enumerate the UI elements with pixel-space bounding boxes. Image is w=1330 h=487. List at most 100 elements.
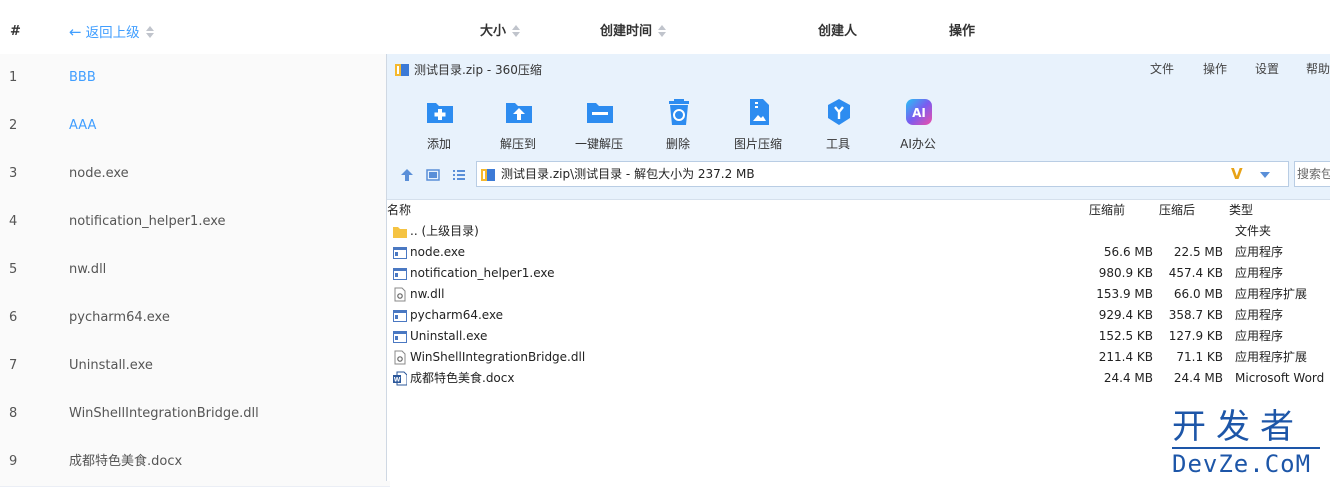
image-compress-icon [750,99,769,125]
chevron-down-icon[interactable] [1260,172,1270,178]
row-name[interactable]: BBB [69,54,96,102]
back-to-parent-link[interactable]: ← 返回上级 [69,0,154,54]
table-row[interactable]: 9 成都特色美食.docx [0,438,390,487]
col-size-after[interactable]: 压缩后 [1159,200,1195,220]
menu-help[interactable]: 帮助 [1306,54,1330,85]
folder-icon [393,227,407,238]
table-row[interactable]: 5 nw.dll [0,246,390,295]
table-row[interactable]: 6 pycharm64.exe [0,294,390,343]
table-row[interactable]: 3 node.exe [0,150,390,199]
thumbnail-view-icon[interactable] [426,168,440,182]
file-row[interactable]: pycharm64.exe 929.4 KB 358.7 KB 应用程序 [387,305,1330,326]
dll-icon [394,350,406,365]
zip-file-icon [481,169,495,181]
address-bar-row: 测试目录.zip\测试目录 - 解包大小为 237.2 MB V 搜索包 [387,151,1330,200]
file-row[interactable]: notification_helper1.exe 980.9 KB 457.4 KB… [387,263,1330,284]
table-header: # ← 返回上级 大小 创建时间 创建人 操作 [0,0,1330,55]
row-index: 3 [9,166,18,181]
toolbar: 添加 解压到 一键解压 删除 图片压缩 工具 AI AI办公 [387,87,1330,151]
row-index: 1 [9,70,18,85]
col-size-before[interactable]: 压缩前 [1089,200,1125,220]
back-label: 返回上级 [85,25,140,41]
address-input[interactable]: 测试目录.zip\测试目录 - 解包大小为 237.2 MB V [476,161,1289,187]
file-name: notification_helper1.exe [410,266,555,280]
size-after: 22.5 MB [1173,245,1223,259]
menu-file[interactable]: 文件 [1150,54,1174,85]
size-after: 127.9 KB [1168,329,1223,343]
row-name: node.exe [69,166,129,181]
add-button[interactable]: 添加 [399,93,479,151]
file-row[interactable]: W 成都特色美食.docx 24.4 MB 24.4 MB Microsoft Word [387,368,1330,389]
file-name: WinShellIntegrationBridge.dll [410,350,586,364]
search-input[interactable]: 搜索包 [1294,161,1330,187]
file-type: 应用程序扩展 [1235,350,1308,364]
table-row[interactable]: 2 AAA [0,102,390,151]
col-operations-header: 操作 [949,24,976,39]
add-folder-icon [427,103,453,123]
menu-settings[interactable]: 设置 [1255,54,1279,85]
file-name: nw.dll [410,287,445,301]
file-type: 应用程序 [1235,329,1284,343]
word-doc-icon: W [393,371,407,386]
row-name: 成都特色美食.docx [69,454,183,469]
col-created-time-header[interactable]: 创建时间 [600,0,667,54]
file-name: 成都特色美食.docx [410,371,515,385]
tools-icon [828,99,850,125]
file-row[interactable]: .. (上级目录) 文件夹 [387,221,1330,242]
file-row[interactable]: Uninstall.exe 152.5 KB 127.9 KB 应用程序 [387,326,1330,347]
tools-button[interactable]: 工具 [798,93,878,151]
zip-file-icon [395,64,409,76]
file-row[interactable]: nw.dll 153.9 MB 66.0 MB 应用程序扩展 [387,284,1330,305]
file-type: 文件夹 [1235,224,1272,238]
watermark-divider [1172,447,1320,449]
list-view-icon[interactable] [452,168,466,182]
extract-to-button[interactable]: 解压到 [478,93,558,151]
size-before: 56.6 MB [1103,245,1153,259]
col-creator-header: 创建人 [818,24,858,39]
exe-icon [393,247,407,259]
row-name: nw.dll [69,262,107,277]
row-name: pycharm64.exe [69,310,170,325]
file-row[interactable]: WinShellIntegrationBridge.dll 211.4 KB 71.… [387,347,1330,368]
delete-button[interactable]: 删除 [638,93,718,151]
table-row[interactable]: 7 Uninstall.exe [0,342,390,391]
svg-text:W: W [394,377,401,384]
window-title: 测试目录.zip - 360压缩 [414,63,542,77]
watermark-line1: 开发者 [1172,407,1304,447]
file-name: node.exe [410,245,466,259]
col-type[interactable]: 类型 [1229,200,1253,220]
sort-icon[interactable] [145,26,154,38]
sort-icon[interactable] [512,24,521,37]
row-index: 5 [9,262,18,277]
image-compress-button[interactable]: 图片压缩 [718,93,798,151]
table-row[interactable]: 4 notification_helper1.exe [0,198,390,247]
exe-icon [393,268,407,280]
exe-icon [393,310,407,322]
size-before: 24.4 MB [1103,371,1153,385]
ai-office-button[interactable]: AI AI办公 [878,93,958,151]
file-row[interactable]: node.exe 56.6 MB 22.5 MB 应用程序 [387,242,1330,263]
up-arrow-icon[interactable] [400,168,414,182]
title-bar: 测试目录.zip - 360压缩 文件 操作 设置 帮助 [387,54,1330,87]
file-list-header: 名称 压缩前 压缩后 类型 [387,200,1330,220]
table-row[interactable]: 1 BBB [0,54,390,103]
one-click-extract-button[interactable]: 一键解压 [559,93,639,151]
size-after: 66.0 MB [1173,287,1223,301]
col-name[interactable]: 名称 [387,200,411,220]
svg-text:AI: AI [912,106,926,120]
row-index: 7 [9,358,18,373]
size-before: 153.9 MB [1096,287,1153,301]
dll-icon [394,287,406,302]
extract-to-icon [506,103,532,123]
one-click-extract-icon [587,103,613,123]
sort-icon[interactable] [658,24,667,37]
file-type: 应用程序 [1235,308,1284,322]
v-logo-icon[interactable]: V [1231,167,1243,182]
menu-operations[interactable]: 操作 [1203,54,1227,85]
row-name: notification_helper1.exe [69,214,226,229]
table-row[interactable]: 8 WinShellIntegrationBridge.dll [0,390,390,439]
recycle-bin-icon [669,99,689,125]
col-size-header[interactable]: 大小 [480,0,521,54]
row-name: WinShellIntegrationBridge.dll [69,406,259,421]
row-name[interactable]: AAA [69,102,96,150]
